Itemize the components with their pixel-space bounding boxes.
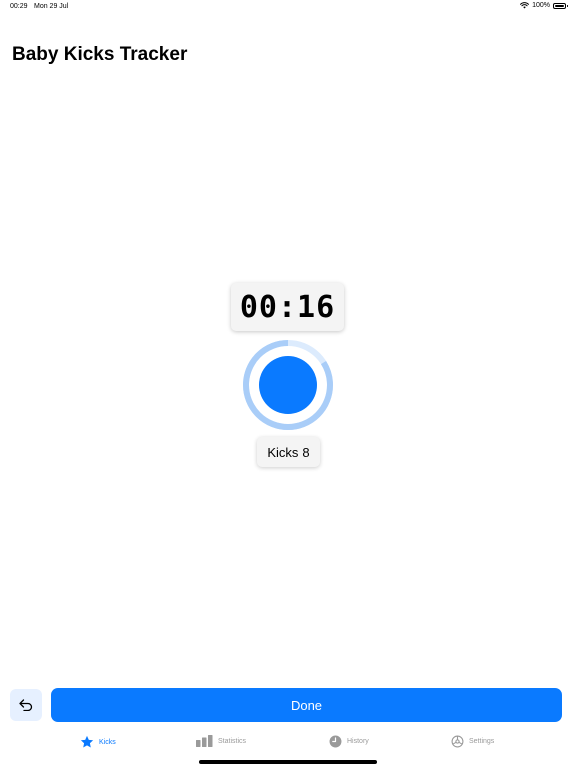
- tab-label-history: History: [347, 738, 369, 745]
- battery-icon: [553, 2, 568, 9]
- tab-statistics[interactable]: Statistics: [196, 735, 246, 747]
- home-indicator: [199, 760, 377, 764]
- done-button[interactable]: Done: [51, 688, 562, 722]
- kicks-count: 8: [302, 444, 310, 460]
- clock-icon: [329, 735, 342, 748]
- kicks-label: Kicks: [267, 444, 299, 460]
- battery-level: [555, 4, 564, 7]
- tab-bar: Kicks Statistics History Settings: [0, 735, 576, 757]
- tab-label-statistics: Statistics: [218, 737, 247, 745]
- status-indicators: 100%: [520, 2, 568, 9]
- timer-display: 00:16: [231, 283, 344, 331]
- undo-button[interactable]: [10, 689, 42, 721]
- status-bar: 00:29 Mon 29 Jul 100%: [0, 0, 576, 14]
- bar-chart-icon: [196, 735, 213, 747]
- kicks-count-badge: Kicks 8: [257, 437, 320, 467]
- kick-control: [242, 339, 334, 431]
- timer-text: 00:16: [239, 289, 336, 325]
- record-kick-button[interactable]: [259, 356, 317, 414]
- tab-label-kicks: Kicks: [99, 738, 116, 746]
- page-title: Baby Kicks Tracker: [12, 44, 188, 65]
- star-icon: [80, 735, 94, 748]
- battery-percent: 100%: [532, 2, 550, 9]
- app-screen: 00:29 Mon 29 Jul 100% Baby Kicks Tracker…: [0, 0, 576, 768]
- status-time: 00:29: [10, 3, 28, 10]
- tab-kicks[interactable]: Kicks: [80, 735, 116, 749]
- status-date: Mon 29 Jul: [34, 3, 69, 10]
- tab-history[interactable]: History: [329, 735, 369, 748]
- wifi-icon: [520, 2, 530, 9]
- undo-arrow-icon: [19, 699, 33, 711]
- tab-label-settings: Settings: [469, 738, 495, 745]
- tab-settings[interactable]: Settings: [451, 735, 494, 748]
- gear-icon: [451, 735, 464, 748]
